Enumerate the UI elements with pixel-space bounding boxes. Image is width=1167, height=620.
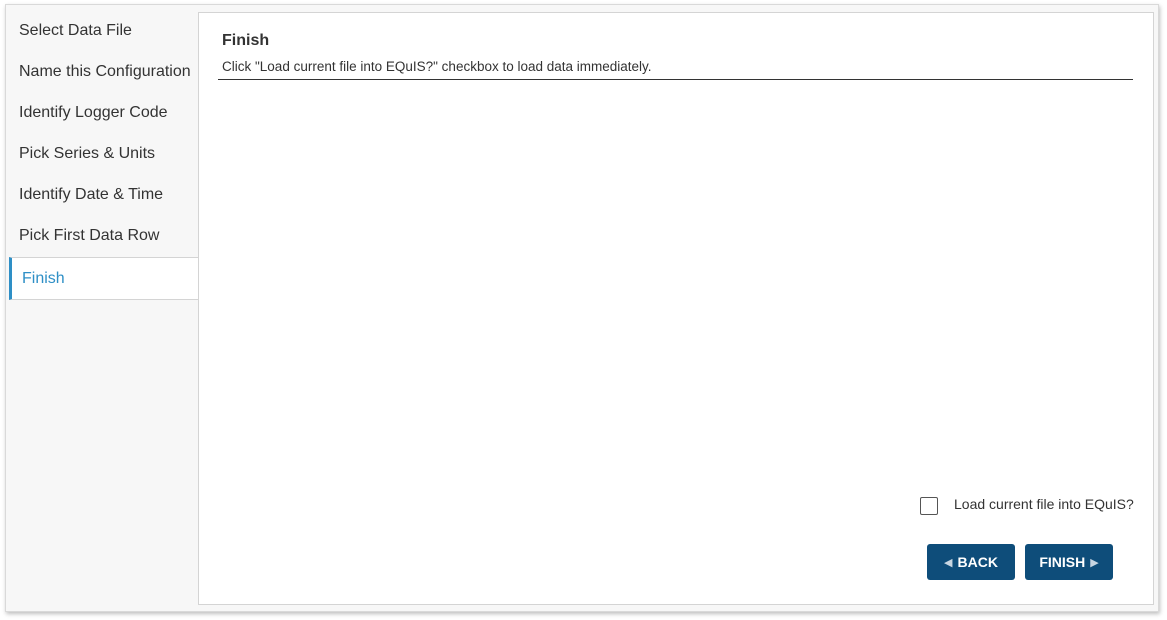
back-button-label: BACK: [957, 554, 998, 570]
load-file-checkbox[interactable]: [920, 497, 938, 515]
page-title: Finish: [222, 32, 270, 49]
step-content-panel: Finish Click "Load current file into EQu…: [198, 12, 1154, 605]
step-finish[interactable]: Finish: [9, 257, 199, 300]
wizard-step-list: Select Data File Name this Configuration…: [6, 5, 199, 611]
step-identify-logger-code[interactable]: Identify Logger Code: [6, 92, 198, 133]
page-instructions: Click "Load current file into EQuIS?" ch…: [222, 59, 652, 74]
wizard-window: Select Data File Name this Configuration…: [5, 4, 1159, 612]
step-select-data-file[interactable]: Select Data File: [6, 10, 198, 51]
finish-button[interactable]: FINISH ▶: [1025, 544, 1113, 580]
title-divider: [218, 79, 1133, 80]
load-file-checkbox-label[interactable]: Load current file into EQuIS?: [954, 496, 1134, 512]
load-file-option: Load current file into EQuIS?: [920, 496, 1134, 515]
step-name-configuration[interactable]: Name this Configuration: [6, 51, 198, 92]
triangle-right-icon: ▶: [1090, 556, 1099, 569]
back-button[interactable]: ◀ BACK: [927, 544, 1015, 580]
finish-button-label: FINISH: [1039, 554, 1086, 570]
step-pick-first-data-row[interactable]: Pick First Data Row: [6, 215, 198, 256]
step-pick-series-units[interactable]: Pick Series & Units: [6, 133, 198, 174]
triangle-left-icon: ◀: [944, 556, 953, 569]
step-identify-date-time[interactable]: Identify Date & Time: [6, 174, 198, 215]
